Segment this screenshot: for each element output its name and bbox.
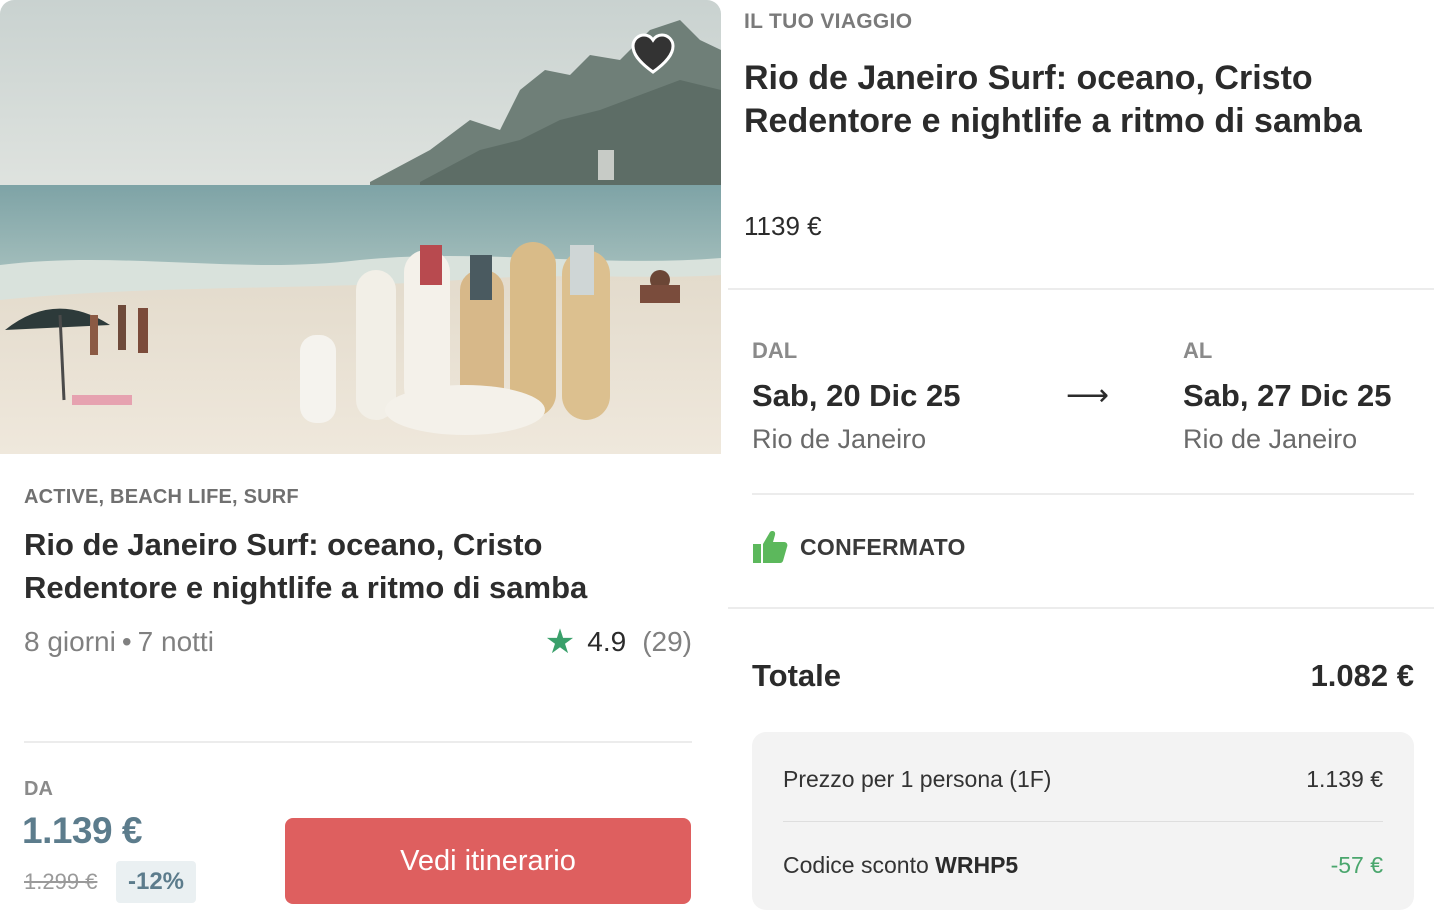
status-label: CONFERMATO <box>800 533 966 560</box>
price-row: Prezzo per 1 persona (1F) 1.139 € <box>783 766 1383 793</box>
booking-status: CONFERMATO <box>752 530 966 564</box>
divider <box>752 493 1414 495</box>
section-label: IL TUO VIAGGIO <box>744 10 913 33</box>
from-label: DA <box>24 778 53 800</box>
thumbs-up-icon <box>753 531 788 563</box>
tour-title[interactable]: Rio de Janeiro Surf: oceano, Cristo Rede… <box>24 523 684 609</box>
rating-count: (29) <box>642 626 692 657</box>
departure-date: Sab, 20 Dic 25 <box>752 378 961 413</box>
discount-code-row: Codice sconto WRHP5 -57 € <box>783 852 1383 879</box>
trip-price: 1139 € <box>744 211 822 241</box>
return-label: AL <box>1183 338 1213 363</box>
tour-rating: ★ 4.9 (29) <box>545 622 692 662</box>
days-label: 8 giorni <box>24 626 116 657</box>
discount-badge: -12% <box>116 861 196 903</box>
separator: • <box>121 626 132 657</box>
departure-label: DAL <box>752 338 798 363</box>
price-per-person-value: 1.139 € <box>1306 766 1383 792</box>
tour-price: 1.139 € <box>22 810 142 851</box>
total-label: Totale <box>752 658 841 693</box>
tour-hero-image[interactable] <box>0 0 721 454</box>
divider <box>24 741 692 743</box>
tour-old-price: 1.299 € <box>24 869 98 894</box>
divider <box>783 821 1383 822</box>
arrow-right-icon: ⟶ <box>1066 379 1110 412</box>
departure-block: DAL Sab, 20 Dic 25 Rio de Janeiro <box>752 338 961 455</box>
tour-card[interactable]: ACTIVE, BEACH LIFE, SURF Rio de Janeiro … <box>0 0 722 922</box>
return-block: AL Sab, 27 Dic 25 Rio de Janeiro <box>1183 338 1392 455</box>
view-itinerary-button[interactable]: Vedi itinerario <box>285 818 691 904</box>
star-icon: ★ <box>544 623 576 661</box>
tour-duration: 8 giorni • 7 notti <box>24 626 214 658</box>
return-date: Sab, 27 Dic 25 <box>1183 378 1392 413</box>
divider <box>728 607 1434 609</box>
price-per-person-label: Prezzo per 1 persona (1F) <box>783 766 1052 792</box>
return-city: Rio de Janeiro <box>1183 424 1358 454</box>
divider <box>728 288 1434 290</box>
nights-label: 7 notti <box>137 626 214 657</box>
rating-score: 4.9 <box>587 626 627 657</box>
heart-icon <box>631 33 675 74</box>
discount-code: WRHP5 <box>935 852 1019 878</box>
discount-code-value: -57 € <box>1330 852 1383 878</box>
price-breakdown: Prezzo per 1 persona (1F) 1.139 € Codice… <box>752 732 1414 910</box>
discount-code-text: Codice sconto <box>783 852 929 878</box>
trip-summary-panel: IL TUO VIAGGIO Rio de Janeiro Surf: ocea… <box>728 0 1434 922</box>
tour-tags: ACTIVE, BEACH LIFE, SURF <box>24 486 299 508</box>
discount-code-label: Codice sconto WRHP5 <box>783 852 1018 879</box>
favorite-button[interactable] <box>629 32 677 76</box>
departure-city: Rio de Janeiro <box>752 424 927 454</box>
trip-title: Rio de Janeiro Surf: oceano, Cristo Rede… <box>744 59 1362 140</box>
total-value: 1.082 € <box>1310 658 1414 693</box>
